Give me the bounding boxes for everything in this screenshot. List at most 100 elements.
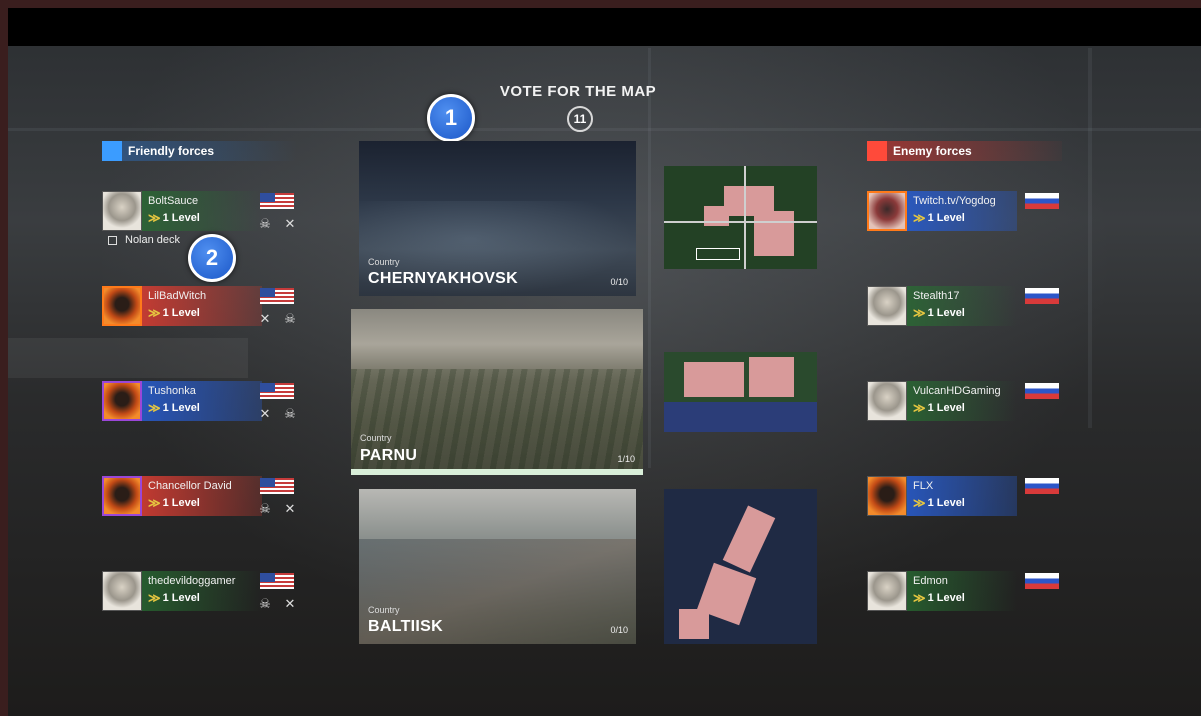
us-flag-icon: [260, 478, 294, 494]
player-name: BoltSauce: [148, 195, 199, 207]
game-screen: VOTE FOR THE MAP 11 1 2 Friendly forces …: [8, 8, 1201, 716]
player-avatar: [867, 191, 907, 231]
player-level: ≫ 1 Level: [913, 402, 965, 414]
skull-icon[interactable]: ☠: [258, 502, 272, 516]
rank-chevron-icon: ≫: [913, 591, 925, 605]
marker-2-badge: 2: [188, 234, 236, 282]
map-country: Country: [368, 257, 400, 267]
player-level-text: 1 Level: [162, 307, 200, 319]
crossed-swords-icon[interactable]: ✕: [258, 312, 272, 326]
player-name: Chancellor David: [148, 480, 232, 492]
friendly-forces-header: Friendly forces: [102, 141, 297, 161]
map-country: Country: [360, 433, 392, 443]
vote-title: VOTE FOR THE MAP: [499, 83, 657, 100]
player-avatar: [102, 191, 142, 231]
hangar-beam: [8, 128, 1201, 131]
deck-icon: [108, 235, 117, 245]
map-block: [722, 505, 776, 573]
russia-flag-icon: [1025, 193, 1059, 209]
map-road: [664, 221, 817, 223]
map-name: BALTIISK: [368, 618, 443, 635]
map-country: Country: [368, 605, 400, 615]
map-road: [744, 166, 746, 269]
crossed-swords-icon[interactable]: ✕: [258, 407, 272, 421]
player-level: ≫ 1 Level: [148, 402, 200, 414]
enemy-forces-header: Enemy forces: [867, 141, 1062, 161]
map-vote-count: 0/10: [610, 277, 628, 287]
map-block: [754, 211, 794, 256]
player-level: ≫ 1 Level: [148, 307, 200, 319]
map-name: CHERNYAKHOVSK: [368, 270, 519, 287]
rank-chevron-icon: ≫: [148, 211, 160, 225]
russia-flag-icon: [1025, 478, 1059, 494]
player-level: ≫ 1 Level: [148, 212, 200, 224]
player-level-text: 1 Level: [927, 497, 965, 509]
player-level: ≫ 1 Level: [913, 497, 965, 509]
map-name: PARNU: [360, 447, 418, 464]
russia-flag-icon: [1025, 383, 1059, 399]
minimap-baltiisk: [664, 489, 817, 644]
map-block: [684, 362, 744, 397]
map-vote-card[interactable]: Country BALTIISK 0/10: [359, 489, 636, 644]
map-block: [679, 609, 709, 639]
rank-chevron-icon: ≫: [148, 306, 160, 320]
player-name: VulcanHDGaming: [913, 385, 1001, 397]
rank-chevron-icon: ≫: [913, 496, 925, 510]
map-frame-marker: [696, 248, 740, 260]
player-level: ≫ 1 Level: [913, 592, 965, 604]
top-black-bar: [8, 8, 1201, 46]
rank-chevron-icon: ≫: [913, 211, 925, 225]
player-avatar: [102, 381, 142, 421]
player-avatar: [867, 286, 907, 326]
us-flag-icon: [260, 383, 294, 399]
rank-chevron-icon: ≫: [913, 401, 925, 415]
friendly-color-square: [102, 141, 122, 161]
russia-flag-icon: [1025, 288, 1059, 304]
player-level-text: 1 Level: [927, 212, 965, 224]
player-level: ≫ 1 Level: [148, 497, 200, 509]
crossed-swords-icon[interactable]: ✕: [283, 597, 297, 611]
map-block: [704, 206, 729, 226]
map-vote-count: 1/10: [617, 454, 635, 464]
enemy-color-square: [867, 141, 887, 161]
skull-icon[interactable]: ☠: [258, 597, 272, 611]
rank-chevron-icon: ≫: [148, 401, 160, 415]
player-level-text: 1 Level: [162, 402, 200, 414]
player-name: Edmon: [913, 575, 948, 587]
marker-1-badge: 1: [427, 94, 475, 142]
player-level: ≫ 1 Level: [913, 212, 965, 224]
minimap-parnu: [664, 352, 817, 432]
skull-icon[interactable]: ☠: [283, 407, 297, 421]
player-avatar: [867, 571, 907, 611]
player-name: thedevildoggamer: [148, 575, 236, 587]
player-avatar: [102, 571, 142, 611]
player-level-text: 1 Level: [162, 497, 200, 509]
us-flag-icon: [260, 193, 294, 209]
player-level-text: 1 Level: [162, 592, 200, 604]
rank-chevron-icon: ≫: [148, 591, 160, 605]
map-vote-card-selected[interactable]: Country PARNU 1/10: [351, 309, 643, 475]
player-avatar: [102, 476, 142, 516]
hangar-floor-light: [8, 338, 248, 378]
player-avatar: [867, 476, 907, 516]
rank-chevron-icon: ≫: [913, 306, 925, 320]
countdown-timer: 11: [567, 106, 593, 132]
player-name: Twitch.tv/Yogdog: [913, 195, 996, 207]
player-level-text: 1 Level: [162, 212, 200, 224]
hangar-pillar: [648, 48, 651, 468]
map-block: [749, 357, 794, 397]
deck-label[interactable]: Nolan deck: [108, 234, 180, 246]
skull-icon[interactable]: ☠: [258, 217, 272, 231]
player-level-text: 1 Level: [927, 402, 965, 414]
map-vote-card[interactable]: Country CHERNYAKHOVSK 0/10: [359, 141, 636, 296]
enemy-forces-label: Enemy forces: [893, 144, 972, 158]
crossed-swords-icon[interactable]: ✕: [283, 502, 297, 516]
crossed-swords-icon[interactable]: ✕: [283, 217, 297, 231]
skull-icon[interactable]: ☠: [283, 312, 297, 326]
player-level-text: 1 Level: [927, 307, 965, 319]
player-name: FLX: [913, 480, 934, 492]
hangar-pillar: [1088, 48, 1092, 428]
player-avatar: [102, 286, 142, 326]
us-flag-icon: [260, 573, 294, 589]
player-avatar: [867, 381, 907, 421]
